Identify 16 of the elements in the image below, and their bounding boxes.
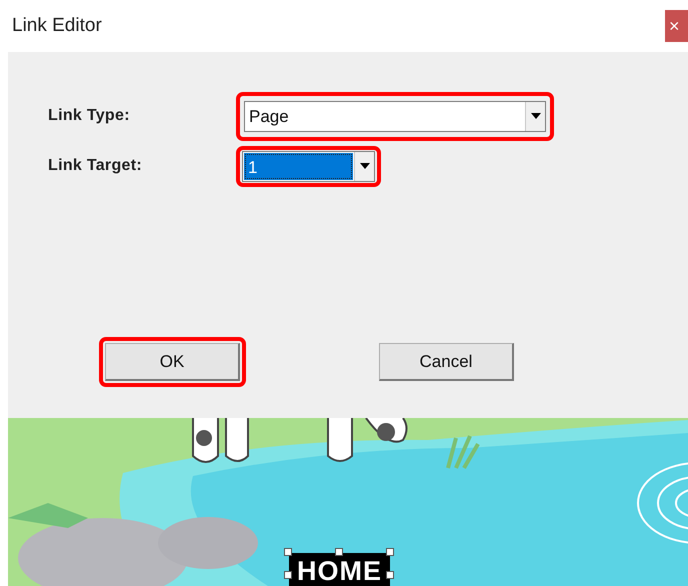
selection-handle[interactable] <box>284 571 292 579</box>
selection-handle[interactable] <box>386 548 394 556</box>
dropdown-field[interactable]: 1 <box>242 150 375 182</box>
ok-button[interactable]: OK <box>105 343 240 381</box>
dropdown-arrow-icon[interactable] <box>360 163 370 169</box>
field-label: Link Target: <box>47 156 143 176</box>
close-button[interactable]: × <box>665 10 688 42</box>
field-label: Link Type: <box>47 106 131 126</box>
selection-handle[interactable] <box>284 548 292 556</box>
cancel-button[interactable]: Cancel <box>379 343 514 381</box>
home-label[interactable]: HOME <box>289 553 390 586</box>
dropdown-field[interactable]: Page <box>244 100 546 132</box>
selection-handle[interactable] <box>386 571 394 579</box>
selection-handle[interactable] <box>335 548 343 556</box>
window-title: Link Editor <box>12 14 102 38</box>
dropdown-arrow-icon[interactable] <box>530 113 540 119</box>
